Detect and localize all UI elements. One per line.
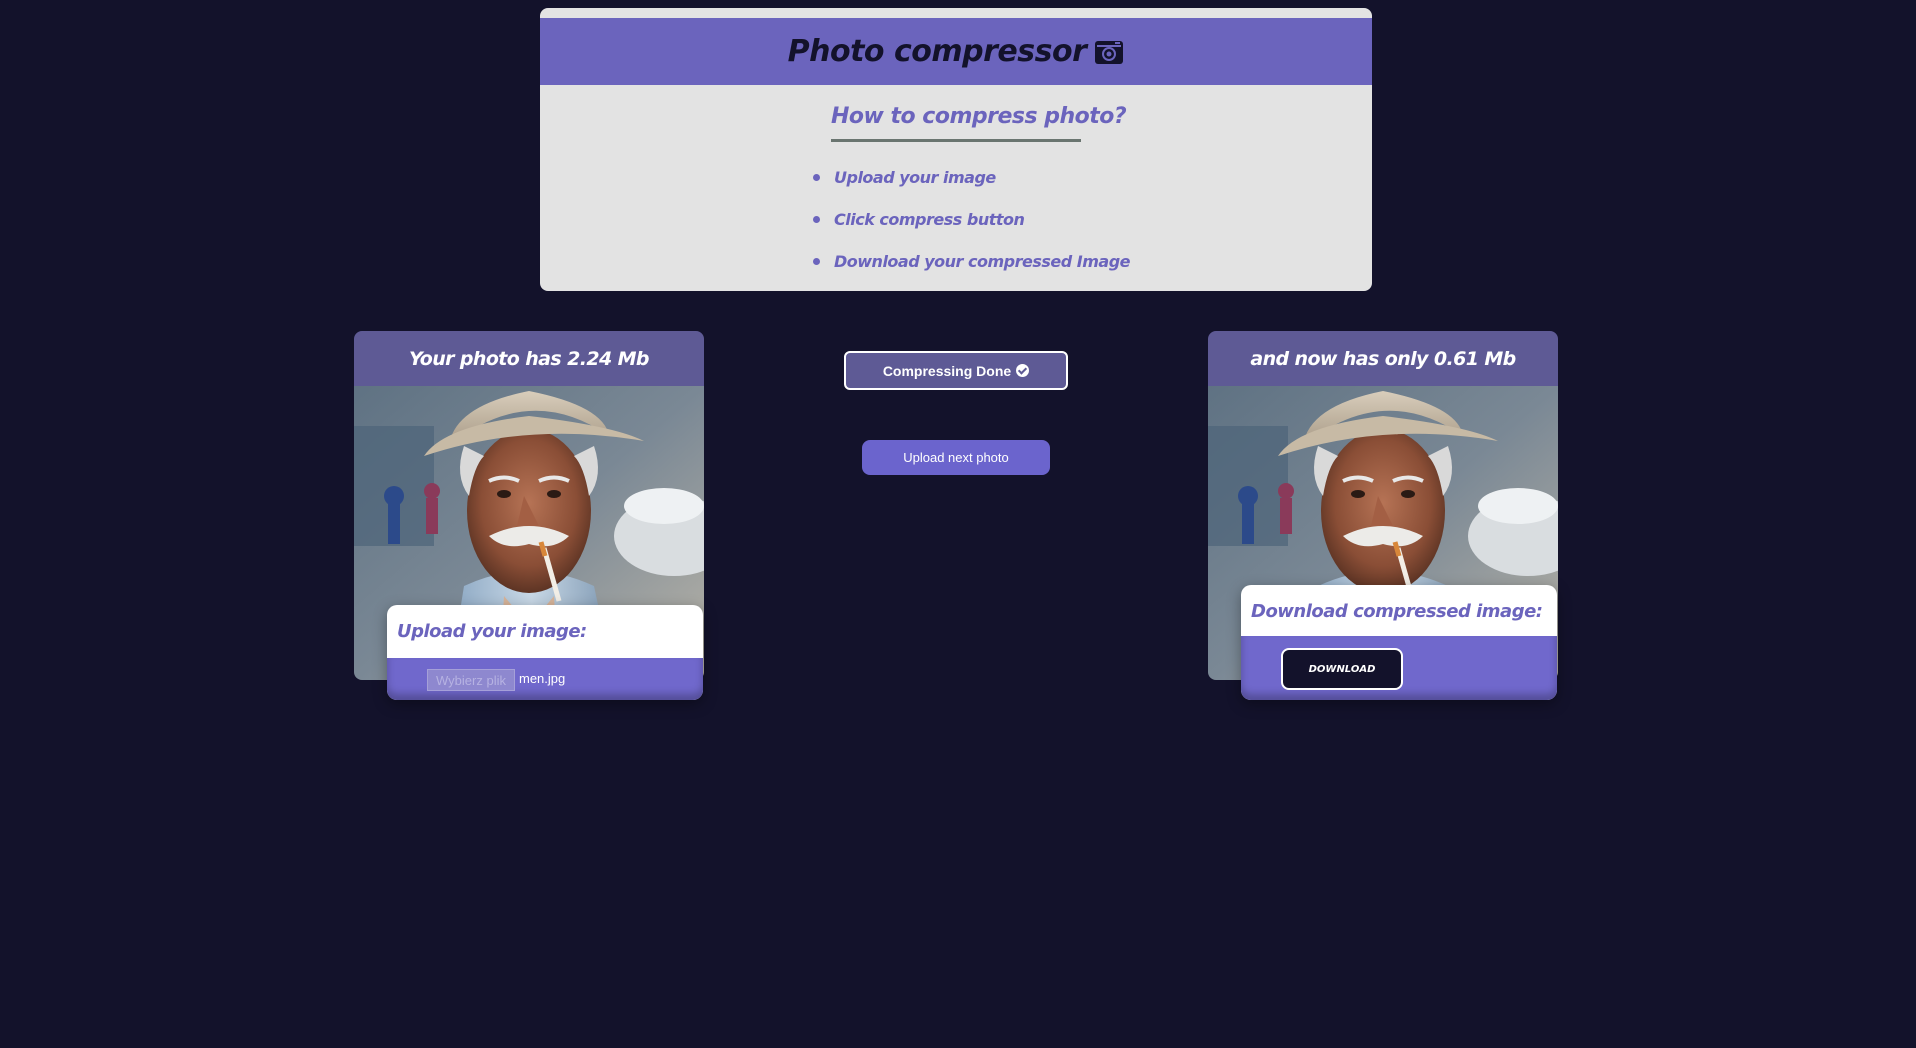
file-input-band: Wybierz plik men.jpg bbox=[387, 658, 703, 700]
camera-icon bbox=[1094, 38, 1124, 66]
compressed-photo-card: and now has only 0.61 Mb Download compre… bbox=[1208, 331, 1558, 700]
steps-list: Upload your image Click compress button … bbox=[813, 156, 1131, 282]
step-item: Upload your image bbox=[813, 156, 1130, 198]
original-size-caption: Your photo has 2.24 Mb bbox=[354, 331, 704, 386]
download-button[interactable]: DOWNLOAD bbox=[1281, 648, 1403, 690]
original-photo-card: Your photo has 2.24 Mb Upload your image… bbox=[354, 331, 704, 700]
download-band: DOWNLOAD bbox=[1241, 636, 1557, 700]
bullet-icon bbox=[813, 257, 820, 265]
choose-file-button[interactable]: Wybierz plik bbox=[427, 669, 515, 691]
check-circle-icon bbox=[1016, 364, 1030, 377]
header-band: Photo compressor bbox=[540, 18, 1372, 85]
compressing-done-button[interactable]: Compressing Done bbox=[844, 351, 1068, 390]
download-panel: Download compressed image: DOWNLOAD bbox=[1241, 585, 1557, 700]
bullet-icon bbox=[813, 215, 820, 223]
bullet-icon bbox=[813, 173, 820, 181]
app-title: Photo compressor bbox=[787, 34, 1087, 69]
selected-file-name: men.jpg bbox=[519, 671, 566, 686]
upload-panel-title: Upload your image: bbox=[397, 621, 587, 642]
upload-panel: Upload your image: Wybierz plik men.jpg bbox=[387, 605, 703, 700]
download-panel-title: Download compressed image: bbox=[1251, 601, 1543, 622]
done-label: Compressing Done bbox=[882, 362, 1012, 379]
instructions-card: Photo compressor How to compress photo? … bbox=[540, 8, 1372, 291]
step-item: Download your compressed Image bbox=[813, 240, 1131, 282]
how-to-heading: How to compress photo? bbox=[831, 104, 1127, 142]
upload-next-photo-button[interactable]: Upload next photo bbox=[862, 440, 1050, 475]
step-item: Click compress button bbox=[813, 198, 1130, 240]
compressed-size-caption: and now has only 0.61 Mb bbox=[1208, 331, 1558, 386]
